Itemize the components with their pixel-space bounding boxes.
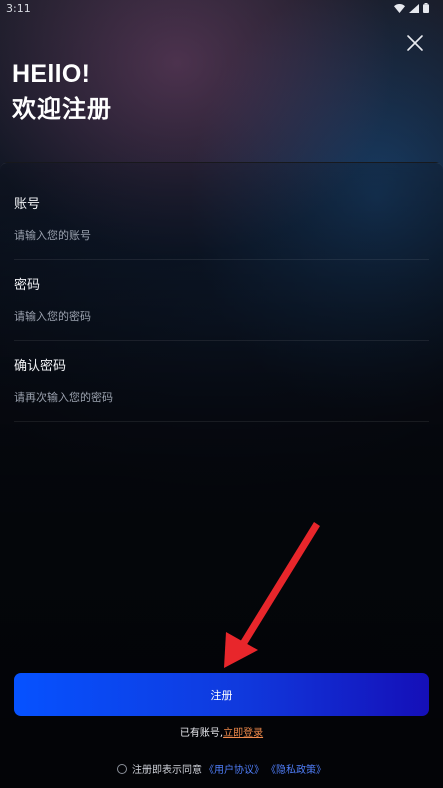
- login-prompt-text: 已有账号,: [179, 728, 224, 739]
- divider: [14, 259, 429, 260]
- status-time: 3:11: [6, 1, 31, 15]
- battery-icon: [423, 3, 429, 13]
- privacy-policy-link[interactable]: 《隐私政策》: [266, 761, 326, 776]
- close-button[interactable]: [405, 33, 425, 53]
- agreement-text: 注册即表示同意: [132, 765, 202, 776]
- register-button[interactable]: 注册: [14, 673, 429, 716]
- account-label: 账号: [14, 197, 41, 212]
- agreement-checkbox[interactable]: [117, 763, 127, 774]
- close-icon: [407, 35, 423, 51]
- greeting-text: HEllO!: [12, 60, 91, 88]
- account-input[interactable]: [14, 223, 429, 247]
- confirm-password-input[interactable]: [14, 385, 429, 409]
- password-label: 密码: [14, 278, 41, 293]
- register-button-label: 注册: [210, 688, 233, 702]
- login-link[interactable]: 立即登录: [223, 728, 263, 739]
- status-bar: 3:11: [0, 0, 443, 16]
- wifi-icon: [394, 3, 405, 13]
- signal-icon: [409, 3, 419, 13]
- confirm-password-field: 确认密码: [14, 355, 429, 427]
- divider: [14, 340, 429, 341]
- divider: [14, 421, 429, 422]
- password-input[interactable]: [14, 304, 429, 328]
- status-icons: [394, 3, 429, 13]
- agreement-row: 注册即表示同意 《用户协议》 《隐私政策》: [0, 761, 443, 776]
- user-agreement-link[interactable]: 《用户协议》: [204, 761, 264, 776]
- page-title: 欢迎注册: [12, 95, 112, 123]
- password-field: 密码: [14, 274, 429, 346]
- login-prompt-row: 已有账号,立即登录: [0, 724, 443, 739]
- account-field: 账号: [14, 193, 429, 265]
- confirm-password-label: 确认密码: [14, 359, 67, 374]
